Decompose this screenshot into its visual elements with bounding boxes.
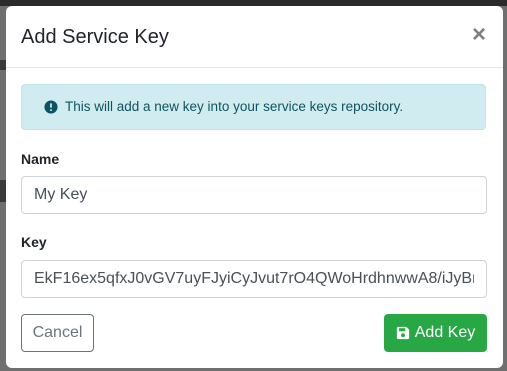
info-circle-icon bbox=[44, 100, 58, 114]
info-alert: This will add a new key into your servic… bbox=[21, 84, 486, 130]
key-input[interactable] bbox=[21, 260, 487, 298]
alert-text: This will add a new key into your servic… bbox=[65, 99, 404, 114]
modal-header: Add Service Key × bbox=[6, 6, 503, 68]
modal-title: Add Service Key bbox=[21, 26, 169, 48]
add-service-key-dialog: Add Service Key × This will add a new ke… bbox=[6, 6, 503, 368]
name-label: Name bbox=[21, 151, 60, 167]
close-button[interactable]: × bbox=[467, 22, 491, 48]
add-key-button[interactable]: Add Key bbox=[384, 314, 487, 352]
add-key-label: Add Key bbox=[414, 324, 476, 341]
name-input[interactable] bbox=[21, 176, 487, 214]
cancel-button[interactable]: Cancel bbox=[21, 314, 94, 352]
save-icon bbox=[396, 326, 409, 340]
key-label: Key bbox=[21, 234, 47, 250]
